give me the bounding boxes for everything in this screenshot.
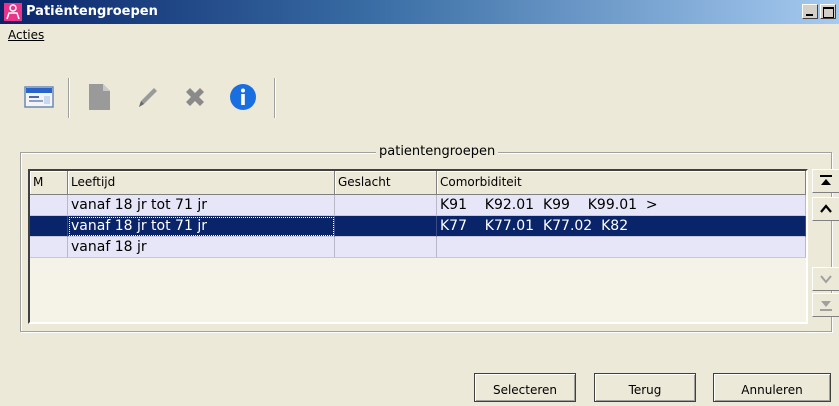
cell-comorbiditeit: K77 K77.01 K77.02 K82 bbox=[437, 216, 806, 237]
toolbar-separator bbox=[68, 78, 70, 118]
cell-geslacht bbox=[335, 195, 437, 216]
menu-bar: Acties bbox=[0, 24, 839, 46]
cell-geslacht bbox=[335, 216, 437, 237]
cell-leeftijd: vanaf 18 jr bbox=[68, 237, 335, 258]
chevron-down-icon bbox=[820, 275, 832, 284]
maximize-button[interactable] bbox=[820, 4, 836, 19]
table-header: M Leeftijd Geslacht Comorbiditeit bbox=[30, 171, 806, 195]
window-title: Patiëntengroepen bbox=[26, 4, 158, 19]
selecteren-button[interactable]: Selecteren bbox=[474, 373, 576, 402]
move-to-top-button[interactable] bbox=[812, 169, 839, 193]
move-to-bottom-button bbox=[812, 293, 839, 317]
cell-comorbiditeit bbox=[437, 237, 806, 258]
cell-geslacht bbox=[335, 237, 437, 258]
cell-m bbox=[30, 216, 68, 237]
delete-cross-icon bbox=[178, 80, 212, 114]
toolbar bbox=[0, 70, 839, 130]
cell-m bbox=[30, 195, 68, 216]
terug-button[interactable]: Terug bbox=[594, 373, 696, 402]
new-document-icon bbox=[82, 80, 116, 114]
title-bar: Patiëntengroepen bbox=[0, 0, 839, 24]
move-down-button bbox=[812, 267, 839, 291]
group-legend: patientengroepen bbox=[376, 144, 499, 159]
info-icon[interactable] bbox=[226, 80, 260, 114]
cell-leeftijd: vanaf 18 jr tot 71 jr bbox=[68, 216, 335, 237]
column-header-m[interactable]: M bbox=[30, 171, 68, 194]
cell-m bbox=[30, 237, 68, 258]
patientengroepen-group: patientengroepen M Leeftijd Geslacht Com… bbox=[20, 144, 839, 332]
cell-leeftijd: vanaf 18 jr tot 71 jr bbox=[68, 195, 335, 216]
column-header-geslacht[interactable]: Geslacht bbox=[335, 171, 437, 194]
annuleren-button[interactable]: Annuleren bbox=[713, 373, 831, 402]
patient-group-icon bbox=[4, 3, 22, 21]
menu-acties[interactable]: Acties bbox=[8, 28, 44, 42]
row-move-controls bbox=[812, 169, 839, 324]
arrow-to-bottom-icon bbox=[820, 301, 832, 311]
column-header-leeftijd[interactable]: Leeftijd bbox=[68, 171, 335, 194]
chevron-up-icon bbox=[820, 204, 832, 213]
table-row[interactable]: vanaf 18 jr tot 71 jr K91 K92.01 K99 K99… bbox=[30, 195, 806, 216]
table-row[interactable]: vanaf 18 jr bbox=[30, 237, 806, 258]
minimize-button[interactable] bbox=[802, 4, 818, 19]
move-up-button[interactable] bbox=[812, 197, 839, 221]
cell-comorbiditeit: K91 K92.01 K99 K99.01 > bbox=[437, 195, 806, 216]
pencil-edit-icon bbox=[130, 80, 164, 114]
patient-groups-table[interactable]: M Leeftijd Geslacht Comorbiditeit vanaf … bbox=[28, 169, 808, 324]
toolbar-separator bbox=[274, 78, 276, 118]
arrow-to-top-icon bbox=[820, 175, 832, 185]
table-row-selected[interactable]: vanaf 18 jr tot 71 jr K77 K77.01 K77.02 … bbox=[30, 216, 806, 237]
column-header-comorbiditeit[interactable]: Comorbiditeit bbox=[437, 171, 806, 194]
patient-card-icon[interactable] bbox=[22, 80, 56, 114]
